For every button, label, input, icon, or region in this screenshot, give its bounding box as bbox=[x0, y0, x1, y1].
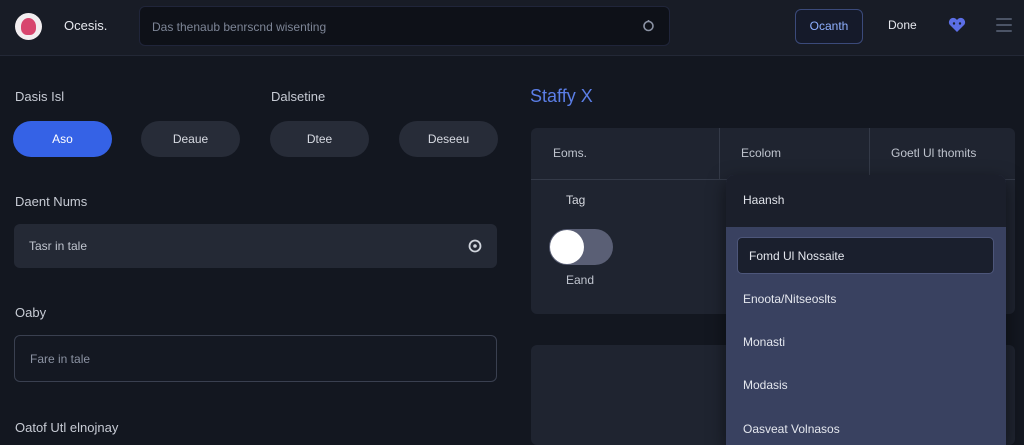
search-placeholder: Das thenaub benrscnd wisenting bbox=[152, 20, 327, 34]
field3-label: Oatof Utl elnojnay bbox=[15, 420, 119, 435]
avatar[interactable] bbox=[15, 13, 42, 40]
primary-action-button[interactable]: Ocanth bbox=[795, 9, 863, 44]
top-bar: Ocesis. Das thenaub benrscnd wisenting O… bbox=[0, 0, 1024, 56]
field2-placeholder: Fare in tale bbox=[30, 352, 91, 366]
field1-input[interactable]: Tasr in tale bbox=[14, 224, 497, 268]
column-header-2: Ecolom bbox=[741, 146, 782, 160]
menu-icon[interactable] bbox=[996, 18, 1012, 32]
field1-label: Daent Nums bbox=[15, 194, 88, 209]
dropdown-header[interactable]: Haansh bbox=[726, 175, 1006, 227]
avatar-icon bbox=[21, 18, 36, 35]
column-divider bbox=[869, 128, 870, 179]
group1-label: Dasis Isl bbox=[15, 89, 65, 104]
dropdown-item[interactable]: Monasti bbox=[743, 335, 785, 349]
pill-option-3[interactable]: Dtee bbox=[270, 121, 369, 157]
toggle-knob bbox=[550, 230, 584, 264]
pill-option-1[interactable]: Aso bbox=[13, 121, 112, 157]
modal-title: Staffy X bbox=[530, 86, 593, 106]
dropdown-item-selected[interactable]: Fomd Ul Nossaite bbox=[737, 237, 994, 274]
dropdown-item[interactable]: Oasveat Volnasos bbox=[743, 422, 840, 436]
dropdown-header-label: Haansh bbox=[743, 193, 785, 207]
search-input[interactable]: Das thenaub benrscnd wisenting bbox=[139, 6, 670, 46]
dropdown-item[interactable]: Modasis bbox=[743, 378, 788, 392]
group2-label: Dalsetine bbox=[271, 89, 326, 104]
column-header-1: Eoms. bbox=[553, 146, 588, 160]
field2-input[interactable]: Fare in tale bbox=[14, 335, 497, 382]
column-divider bbox=[719, 128, 720, 179]
toggle-sublabel: Eand bbox=[566, 273, 595, 287]
field2-label: Oaby bbox=[15, 305, 47, 320]
pill-option-4[interactable]: Deseeu bbox=[399, 121, 498, 157]
dropdown-menu: Haansh Fomd Ul Nossaite Enoota/Nitseoslt… bbox=[726, 175, 1006, 445]
dropdown-item[interactable]: Enoota/Nitseoslts bbox=[743, 292, 836, 306]
search-icon[interactable] bbox=[641, 18, 657, 34]
app-title: Ocesis. bbox=[64, 18, 108, 33]
heart-icon[interactable] bbox=[947, 16, 967, 34]
column-header-3: Goetl Ul thomits bbox=[891, 146, 977, 160]
field1-value: Tasr in tale bbox=[29, 239, 88, 253]
clear-icon[interactable] bbox=[467, 238, 483, 254]
done-link[interactable]: Done bbox=[888, 18, 917, 32]
toggle-label: Tag bbox=[566, 193, 586, 207]
toggle-switch[interactable] bbox=[549, 229, 613, 265]
pill-option-2[interactable]: Deaue bbox=[141, 121, 240, 157]
